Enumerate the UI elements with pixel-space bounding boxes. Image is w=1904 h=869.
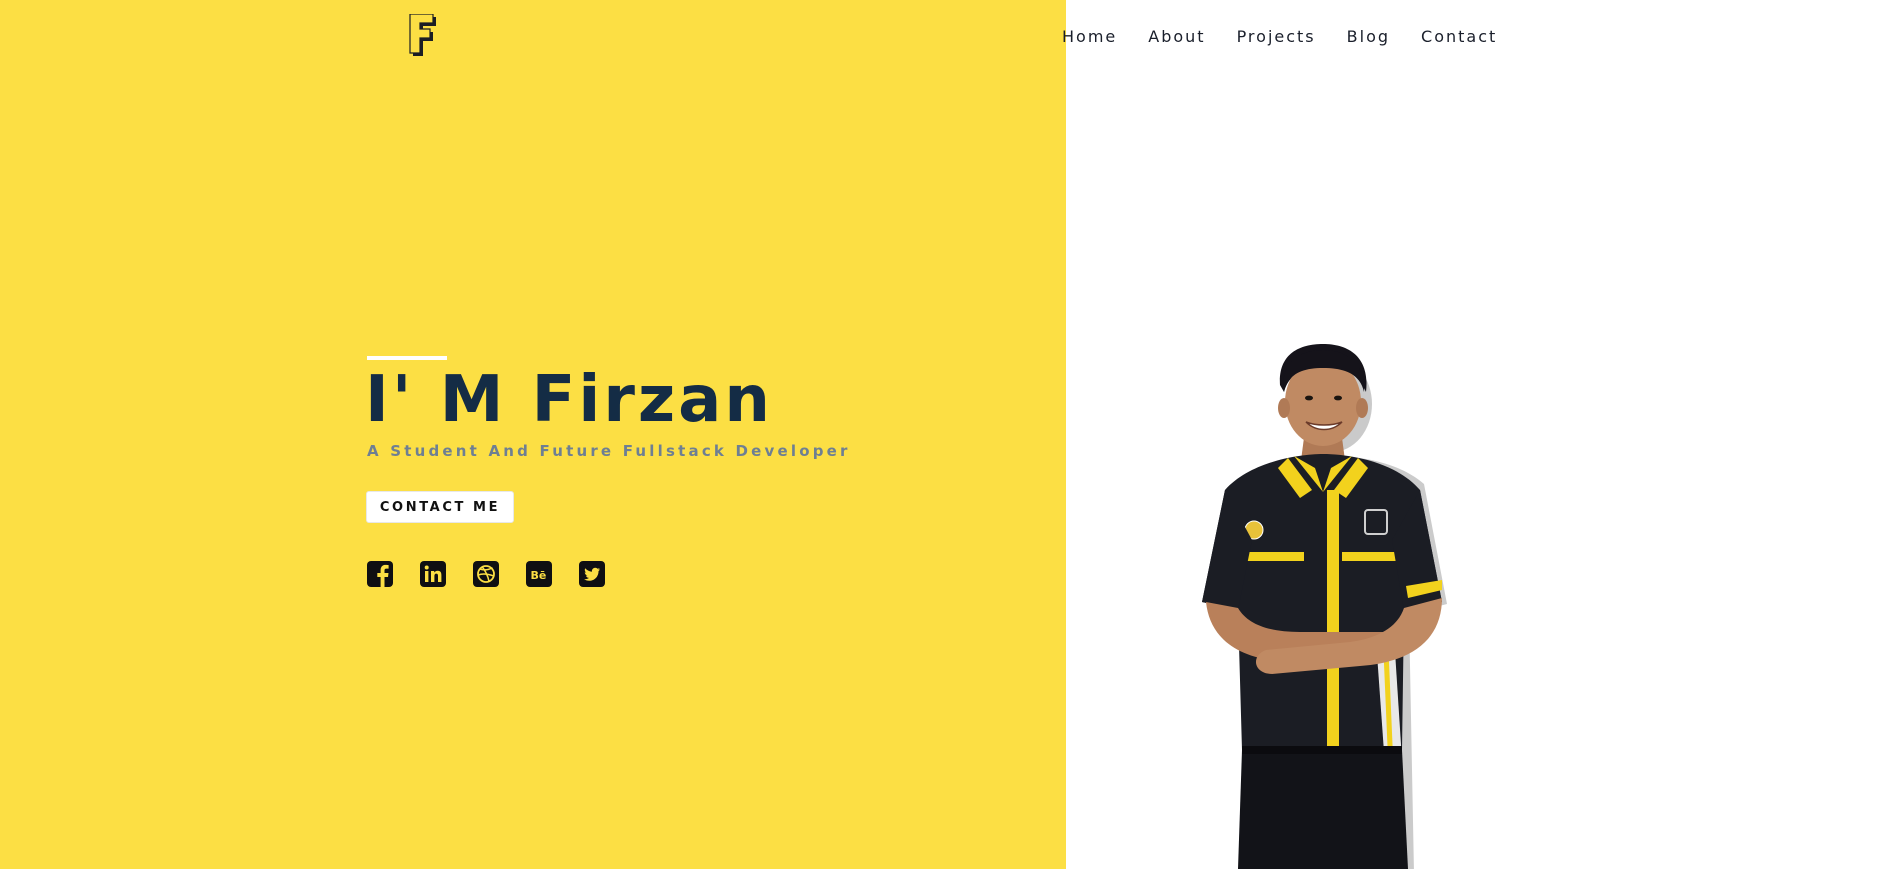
social-links: Bē — [367, 561, 605, 587]
behance-icon: Bē — [526, 561, 552, 587]
page: F Home About Projects Blog Contact I' M … — [0, 0, 1904, 869]
f-logo-icon: F — [409, 13, 436, 56]
profile-photo — [1202, 344, 1447, 869]
site-logo[interactable]: F — [408, 13, 440, 60]
contact-me-button[interactable]: CONTACT ME — [366, 491, 514, 523]
nav-contact[interactable]: Contact — [1421, 27, 1497, 46]
nav-about[interactable]: About — [1148, 27, 1205, 46]
hero-title: I' M Firzan — [365, 363, 773, 437]
hero-subtitle: A Student And Future Fullstack Developer — [367, 442, 851, 460]
nav-blog[interactable]: Blog — [1347, 27, 1390, 46]
linkedin-link[interactable] — [420, 561, 446, 587]
title-accent-line — [367, 356, 447, 360]
dribbble-icon — [473, 561, 499, 587]
svg-text:Bē: Bē — [531, 569, 547, 582]
twitter-icon — [579, 561, 605, 587]
linkedin-icon — [420, 561, 446, 587]
facebook-icon — [367, 561, 393, 587]
nav-home[interactable]: Home — [1062, 27, 1117, 46]
twitter-link[interactable] — [579, 561, 605, 587]
dribbble-link[interactable] — [473, 561, 499, 587]
facebook-link[interactable] — [367, 561, 393, 587]
main-nav: Home About Projects Blog Contact — [1062, 25, 1528, 47]
behance-link[interactable]: Bē — [526, 561, 552, 587]
nav-projects[interactable]: Projects — [1237, 27, 1316, 46]
